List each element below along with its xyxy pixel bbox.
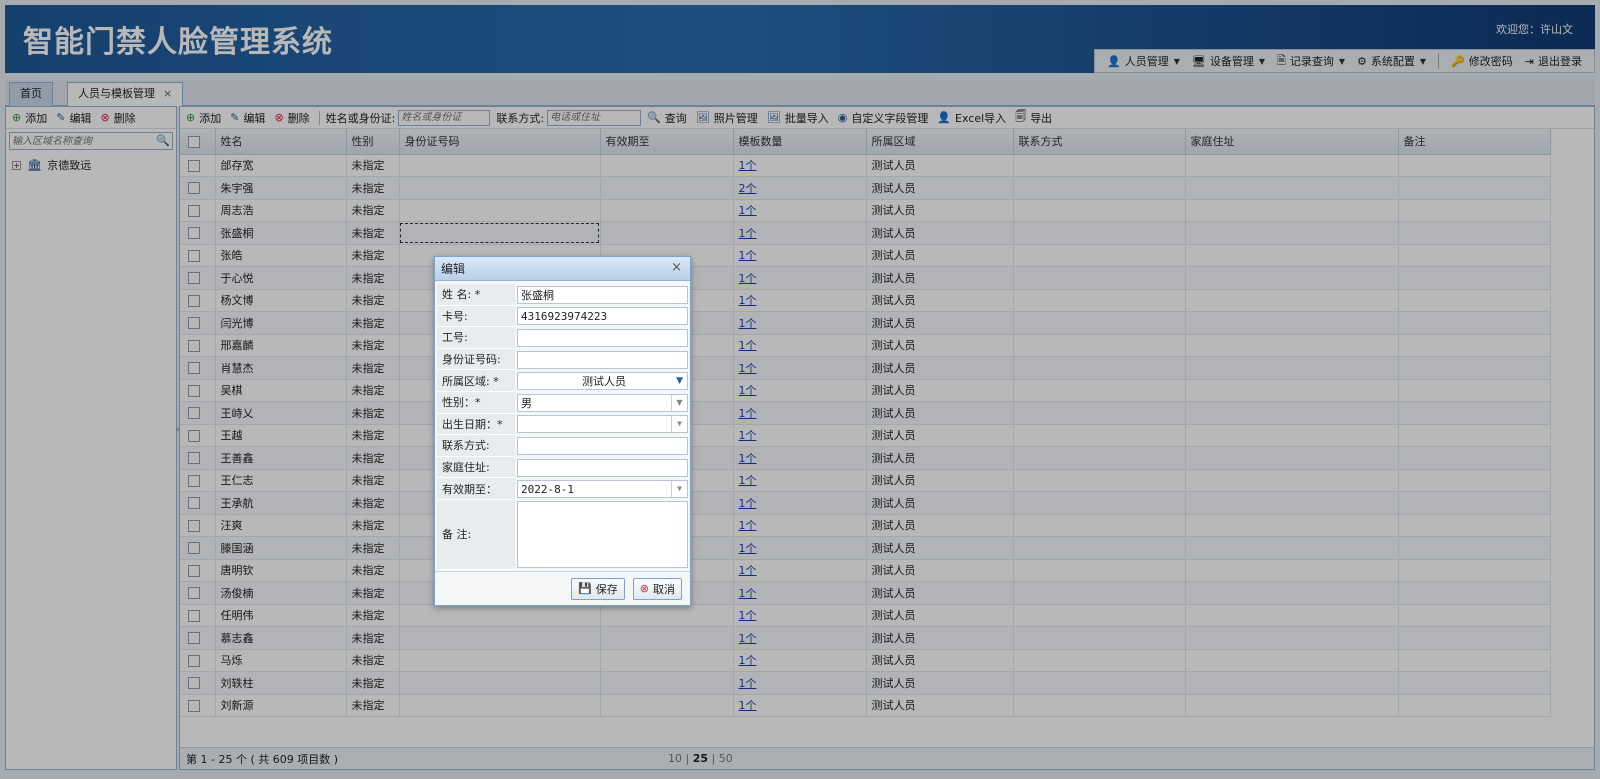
job-number-label: 工号:: [437, 327, 515, 349]
remark-textarea[interactable]: [517, 501, 688, 569]
cancel-icon: ⊗: [639, 582, 649, 595]
save-button[interactable]: 💾 保存: [571, 577, 625, 600]
contact-field[interactable]: [517, 436, 688, 455]
edit-dialog: 编辑 × 姓 名: * 张盛桐 卡号: 4316923974223 工号: 身份证号…: [434, 256, 691, 606]
cancel-button[interactable]: ⊗ 取消: [632, 577, 682, 600]
id-number-field[interactable]: [517, 350, 688, 369]
expire-date-label: 有效期至：: [437, 478, 515, 500]
contact-label: 联系方式:: [437, 435, 515, 457]
expire-date-field[interactable]: 2022-8-1 ▼: [517, 480, 688, 499]
area-label: 所属区域: *: [437, 370, 515, 392]
dialog-footer: 💾 保存 ⊗ 取消: [435, 571, 690, 605]
birth-date-field[interactable]: ▼: [517, 415, 688, 434]
chevron-down-icon: ▼: [676, 376, 683, 387]
card-label: 卡号:: [437, 305, 515, 328]
modal-overlay: [0, 0, 1600, 779]
address-field[interactable]: [517, 458, 688, 477]
birth-date-label: 出生日期：*: [437, 413, 515, 436]
area-select[interactable]: 测试人员 ▼: [517, 372, 688, 391]
id-number-label: 身份证号码:: [437, 348, 515, 371]
chevron-down-icon[interactable]: ▼: [671, 394, 687, 411]
close-icon[interactable]: ×: [671, 256, 682, 280]
dialog-header: 编辑 ×: [435, 257, 690, 281]
edit-form: 姓 名: * 张盛桐 卡号: 4316923974223 工号: 身份证号码: 所属…: [435, 281, 690, 570]
chevron-down-icon[interactable]: ▼: [671, 481, 687, 498]
name-field[interactable]: 张盛桐: [517, 285, 688, 304]
job-number-field[interactable]: [517, 328, 688, 347]
save-icon: 💾: [578, 582, 592, 595]
gender-label: 性别：*: [437, 391, 515, 414]
gender-select[interactable]: 男 ▼: [517, 393, 688, 412]
chevron-down-icon[interactable]: ▼: [671, 416, 687, 433]
address-label: 家庭住址:: [437, 456, 515, 479]
name-label: 姓 名: *: [437, 284, 515, 306]
remark-label: 备 注:: [437, 499, 515, 570]
card-field[interactable]: 4316923974223: [517, 307, 688, 326]
dialog-title: 编辑: [441, 262, 466, 276]
